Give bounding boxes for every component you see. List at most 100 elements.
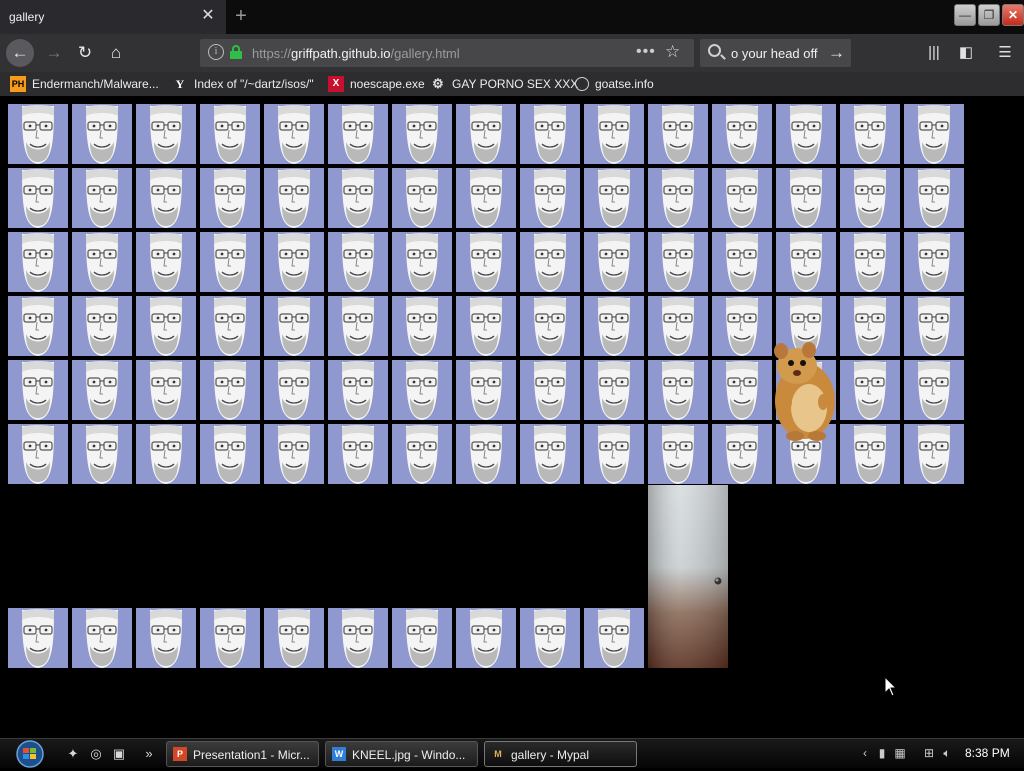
home-button[interactable]: ⌂ [104, 41, 128, 65]
gallery-face-image[interactable] [456, 424, 516, 484]
gallery-face-image[interactable] [584, 424, 644, 484]
gallery-face-image[interactable] [520, 608, 580, 668]
gallery-face-image[interactable] [456, 104, 516, 164]
gallery-face-image[interactable] [328, 360, 388, 420]
gallery-face-image[interactable] [328, 296, 388, 356]
gallery-face-image[interactable] [904, 168, 964, 228]
clock[interactable]: 8:38 PM [965, 746, 1010, 760]
new-tab-button[interactable]: + [231, 6, 251, 26]
gallery-face-image[interactable] [648, 104, 708, 164]
taskbar-button-photo-viewer[interactable]: W KNEEL.jpg - Windo... [325, 741, 478, 767]
gallery-face-image[interactable] [136, 232, 196, 292]
gallery-face-image[interactable] [136, 360, 196, 420]
gallery-face-image[interactable] [72, 424, 132, 484]
gallery-face-image[interactable] [136, 168, 196, 228]
gallery-face-image[interactable] [456, 232, 516, 292]
tab-gallery[interactable]: gallery ✕ [0, 0, 226, 34]
gallery-face-image[interactable] [840, 360, 900, 420]
gallery-face-image[interactable] [520, 360, 580, 420]
gallery-face-image[interactable] [776, 168, 836, 228]
tray-expand-icon[interactable]: ‹ [858, 746, 872, 760]
search-bar[interactable]: o your head off → [700, 39, 851, 67]
close-window-button[interactable]: ✕ [1002, 4, 1024, 26]
volume-icon[interactable]: 🔈︎ [940, 746, 954, 760]
gallery-face-image[interactable] [8, 360, 68, 420]
gallery-face-image[interactable] [200, 104, 260, 164]
tab-close-icon[interactable]: ✕ [200, 8, 216, 24]
gallery-face-image[interactable] [392, 608, 452, 668]
gallery-face-image[interactable] [328, 608, 388, 668]
gallery-face-image[interactable] [200, 232, 260, 292]
gallery-face-image[interactable] [200, 424, 260, 484]
page-actions-button[interactable]: ••• [636, 43, 656, 61]
gallery-face-image[interactable] [776, 232, 836, 292]
gallery-face-image[interactable] [456, 168, 516, 228]
gallery-face-image[interactable] [520, 168, 580, 228]
gallery-face-image[interactable] [648, 232, 708, 292]
gallery-face-image[interactable] [456, 360, 516, 420]
quicklaunch-item-icon[interactable]: ◎ [87, 745, 105, 763]
gallery-face-image[interactable] [264, 168, 324, 228]
menu-icon[interactable]: ☰ [995, 43, 1015, 63]
search-go-icon[interactable]: → [828, 43, 845, 63]
library-icon[interactable]: ||| [924, 43, 944, 63]
gallery-face-image[interactable] [456, 608, 516, 668]
lock-icon[interactable] [230, 45, 242, 59]
quicklaunch-overflow-icon[interactable]: » [140, 745, 158, 763]
address-bar[interactable]: i https://griffpath.github.io/gallery.ht… [200, 39, 694, 67]
reload-button[interactable]: ↻ [73, 41, 97, 65]
gallery-face-image[interactable] [200, 296, 260, 356]
gallery-face-image[interactable] [712, 232, 772, 292]
gallery-face-image[interactable] [840, 168, 900, 228]
gallery-face-image[interactable] [264, 232, 324, 292]
show-desktop-icon[interactable]: ▣ [110, 745, 128, 763]
gallery-face-image[interactable] [584, 360, 644, 420]
gallery-face-image[interactable] [8, 104, 68, 164]
gallery-face-image[interactable] [264, 360, 324, 420]
gallery-face-image[interactable] [72, 296, 132, 356]
url-text[interactable]: https://griffpath.github.io/gallery.html [252, 46, 460, 61]
gallery-face-image[interactable] [712, 296, 772, 356]
gallery-face-image[interactable] [392, 168, 452, 228]
gallery-face-image[interactable] [72, 168, 132, 228]
gallery-face-image[interactable] [328, 232, 388, 292]
gallery-face-image[interactable] [8, 424, 68, 484]
bookmark-item[interactable]: goatse.info [575, 76, 654, 92]
tray-app-icon[interactable]: ▮ [875, 746, 889, 760]
gallery-face-image[interactable] [520, 296, 580, 356]
gallery-face-image[interactable] [328, 424, 388, 484]
gallery-face-image[interactable] [840, 424, 900, 484]
door-image[interactable] [648, 485, 728, 668]
gallery-face-image[interactable] [200, 608, 260, 668]
bookmark-item[interactable]: Y Index of "/~dartz/isos/" [172, 76, 314, 92]
quicklaunch-item-icon[interactable]: ✦ [64, 745, 82, 763]
gallery-face-image[interactable] [136, 608, 196, 668]
gallery-face-image[interactable] [136, 104, 196, 164]
sidebar-icon[interactable]: ◧ [956, 43, 976, 63]
back-button[interactable]: ← [6, 39, 34, 67]
gallery-face-image[interactable] [904, 296, 964, 356]
gallery-face-image[interactable] [840, 232, 900, 292]
gallery-face-image[interactable] [392, 104, 452, 164]
gallery-face-image[interactable] [72, 104, 132, 164]
site-info-icon[interactable]: i [208, 44, 224, 60]
gallery-face-image[interactable] [392, 296, 452, 356]
gallery-face-image[interactable] [904, 104, 964, 164]
minimize-button[interactable]: — [954, 4, 976, 26]
gallery-face-image[interactable] [712, 104, 772, 164]
gallery-face-image[interactable] [200, 360, 260, 420]
gallery-face-image[interactable] [264, 104, 324, 164]
gallery-face-image[interactable] [648, 424, 708, 484]
taskbar-button-powerpoint[interactable]: P Presentation1 - Micr... [166, 741, 319, 767]
gallery-face-image[interactable] [776, 104, 836, 164]
gallery-face-image[interactable] [392, 232, 452, 292]
gallery-face-image[interactable] [328, 168, 388, 228]
gallery-face-image[interactable] [392, 424, 452, 484]
gallery-face-image[interactable] [72, 360, 132, 420]
gallery-face-image[interactable] [8, 296, 68, 356]
forward-button[interactable]: → [42, 41, 66, 65]
gallery-face-image[interactable] [648, 168, 708, 228]
gallery-face-image[interactable] [136, 296, 196, 356]
taskbar-button-mypal[interactable]: M gallery - Mypal [484, 741, 637, 767]
start-button[interactable] [10, 740, 50, 768]
